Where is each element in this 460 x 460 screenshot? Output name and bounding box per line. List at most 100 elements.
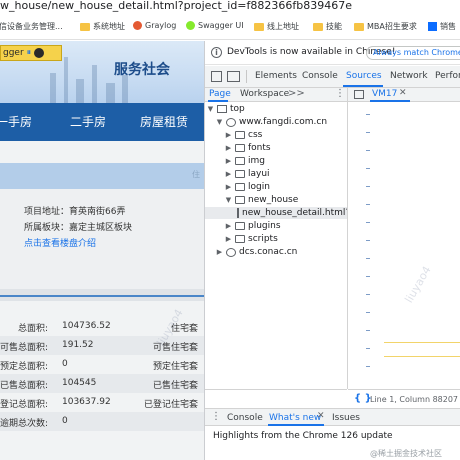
language-info-bar: i DevTools is now available in Chinese! … [205,41,460,65]
tree-node-domain[interactable]: ▶ dcs.conac.cn [216,246,298,258]
table-row: 可售总面积: 191.52 可售住宅套 [0,336,204,355]
stat-label-right: 已售住宅套 [152,381,198,391]
tree-node-label: top [230,104,245,114]
tab-workspace[interactable]: Workspace [240,89,289,99]
toggle-navigator-icon[interactable] [354,90,364,99]
bookmark-item[interactable]: 宏信设备业务管理... [0,21,63,32]
bookmark-item[interactable]: MBA招生要求 [354,21,417,32]
table-row: 已售总面积: 104545 已售住宅套 [0,374,204,393]
tree-node-domain[interactable]: ▼ www.fangdi.com.cn [216,116,327,128]
tree-node-folder[interactable]: ▶ img [225,155,265,167]
tree-node-label: layui [248,169,270,179]
more-options-icon[interactable]: ⋮ [335,88,345,99]
highlighted-line [384,356,460,357]
tab-vm17[interactable]: VM17 [372,89,397,99]
watermark-text: liuyao4 [402,263,434,306]
pause-icon[interactable]: ⏸ [27,48,32,58]
tab-elements[interactable]: Elements [255,71,297,81]
collapse-arrow-icon[interactable]: ▶ [225,131,232,139]
tab-performance[interactable]: Perform [435,71,460,81]
collapse-arrow-icon[interactable]: ▶ [225,222,232,230]
swagger-extension-tag[interactable]: gger ⏸ [0,45,62,61]
collapse-arrow-icon[interactable]: ▶ [216,248,223,256]
location-hint: 住 [192,170,200,179]
region-label: 所属板块： [24,223,70,233]
tree-node-folder[interactable]: ▶ login [225,181,270,193]
inspect-icon[interactable] [211,71,222,82]
tree-node-folder[interactable]: ▶ plugins [225,220,281,232]
bookmark-label: Swagger UI [198,21,244,30]
collapse-arrow-icon[interactable]: ▶ [225,235,232,243]
tab-console[interactable]: Console [302,71,338,81]
bookmark-item[interactable]: Graylog [133,21,176,30]
tree-node-folder[interactable]: ▶ fonts [225,142,271,154]
nav-second-hand[interactable]: 二手房 [70,113,106,130]
tree-node-label: img [248,156,265,166]
graylog-icon [133,21,142,30]
collapse-arrow-icon[interactable]: ▶ [225,183,232,191]
folder-icon [235,235,245,243]
bookmark-item[interactable]: 系统地址 [80,21,125,32]
bookmark-item[interactable]: 销售 [428,21,456,32]
bookmark-label: 销售 [440,22,456,31]
tree-node-label: new_house_detail.html?pr [242,208,360,218]
stat-value: 104736.52 [62,321,111,331]
bookmark-item[interactable]: 线上地址 [254,21,299,32]
bookmark-label: 技能 [326,22,342,31]
folder-icon [235,183,245,191]
close-icon[interactable]: ✕ [317,411,325,421]
tree-node-folder[interactable]: ▶ scripts [225,233,278,245]
collapse-arrow-icon[interactable]: ▶ [225,170,232,178]
drawer-tab-whats-new[interactable]: What's new [269,413,321,423]
more-tabs-icon[interactable]: >> [288,88,305,99]
always-match-button[interactable]: Always match Chrome's la [366,46,460,60]
folder-icon [235,131,245,139]
close-icon[interactable]: ✕ [399,88,407,98]
expand-arrow-icon[interactable]: ▼ [207,105,214,113]
tree-node-folder[interactable]: ▶ layui [225,168,270,180]
tree-node-file[interactable]: new_house_detail.html?pr [205,207,360,219]
folder-icon [354,22,364,31]
stat-label: 已售总面积: [0,381,48,391]
project-intro-link[interactable]: 点击查看楼盘介绍 [24,236,96,249]
tab-page[interactable]: Page [209,89,231,99]
bookmark-item[interactable]: 技能 [313,21,342,32]
tab-network[interactable]: Network [390,71,428,81]
source-editor[interactable]: VM17 ✕ liuyao4 [348,88,460,389]
region-value: 嘉定主城区板块 [69,223,133,233]
info-icon: i [211,47,222,58]
whats-new-headline[interactable]: Highlights from the Chrome 126 update [213,431,393,441]
url-text[interactable]: w_house/new_house_detail.html?project_id… [0,0,352,12]
tree-node-top[interactable]: ▼ top [207,103,245,115]
address-value: 育英南街66弄 [69,207,126,217]
cursor-position: Line 1, Column 88207 [370,395,459,404]
tree-node-folder[interactable]: ▼ new_house [225,194,298,206]
tree-node-label: login [248,182,270,192]
editor-active-indicator [370,100,410,102]
whats-new-panel: Highlights from the Chrome 126 update @稀… [205,426,460,460]
expand-arrow-icon[interactable]: ▼ [216,118,223,126]
drawer-tab-issues[interactable]: Issues [332,413,360,423]
bookmark-label: 宏信设备业务管理... [0,22,63,31]
extension-icon[interactable] [34,48,45,58]
tab-sources[interactable]: Sources [346,71,382,81]
nav-rental[interactable]: 房屋租赁 [140,113,188,130]
collapse-arrow-icon[interactable]: ▶ [225,157,232,165]
device-toolbar-icon[interactable] [227,71,240,82]
address-bar[interactable]: w_house/new_house_detail.html?project_id… [0,0,460,14]
swagger-icon [186,21,195,30]
expand-arrow-icon[interactable]: ▼ [225,196,232,204]
collapse-arrow-icon[interactable]: ▶ [225,144,232,152]
drawer-tab-console[interactable]: Console [227,413,263,423]
stat-label: 预定总面积: [0,362,48,372]
bookmark-item[interactable]: Swagger UI [186,21,244,30]
folder-icon [235,196,245,204]
nav-new-house[interactable]: 一手房 [0,113,32,130]
tree-node-label: plugins [248,221,281,231]
table-row: 逾期总次数: 0 [0,412,204,431]
editor-tabbar: VM17 ✕ [348,88,460,102]
tree-node-folder[interactable]: ▶ css [225,129,263,141]
stat-label-right: 预定住宅套 [152,362,198,372]
drawer-menu-icon[interactable]: ⋮ [211,411,221,422]
blue-icon [428,22,437,31]
